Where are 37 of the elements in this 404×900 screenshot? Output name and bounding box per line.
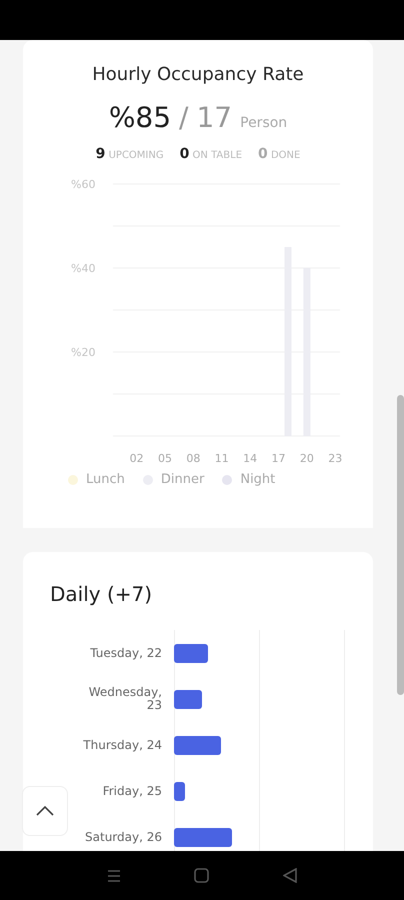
home-icon[interactable] (194, 868, 210, 883)
bar (174, 690, 202, 708)
x-tick-label: 23 (328, 452, 342, 465)
separator: / (179, 101, 188, 134)
person-unit: Person (240, 115, 288, 131)
x-tick-label: 20 (300, 452, 314, 465)
bar (174, 644, 208, 662)
day-label: Friday, 25 (102, 782, 162, 800)
menu-icon[interactable] (106, 868, 121, 882)
x-tick-label: 11 (214, 452, 229, 465)
back-icon[interactable] (283, 868, 298, 883)
bar (174, 828, 232, 846)
bar (174, 782, 185, 800)
bar (174, 736, 221, 754)
chevron-up-icon (36, 806, 54, 816)
x-tick-label: 17 (272, 452, 286, 465)
x-tick-label: 14 (243, 452, 258, 465)
legend-label: Lunch (86, 472, 125, 487)
occupancy-rate: %85 (108, 101, 172, 134)
legend-label: Dinner (160, 472, 204, 487)
day-label: Tuesday, 22 (89, 644, 162, 662)
x-tick-label: 02 (130, 452, 144, 465)
card-title: Daily (+7) (50, 582, 154, 606)
day-label: Saturday, 26 (84, 828, 162, 846)
y-tick-label: %60 (71, 178, 96, 191)
y-tick-label: %20 (71, 346, 96, 359)
x-tick-label: 08 (186, 452, 200, 465)
day-label: Wednesday, 23 (88, 684, 162, 714)
person-count: 17 (196, 101, 232, 134)
x-tick-label: 05 (158, 452, 172, 465)
stat-text: 0 ON TABLE (180, 146, 242, 162)
day-label: Thursday, 24 (82, 736, 162, 754)
card-title: Hourly Occupancy Rate (92, 64, 304, 85)
stat-text: 0 DONE (258, 146, 300, 162)
stat-text: 9 UPCOMING (96, 146, 164, 162)
legend-label: Night (240, 472, 276, 487)
y-tick-label: %40 (71, 262, 96, 275)
